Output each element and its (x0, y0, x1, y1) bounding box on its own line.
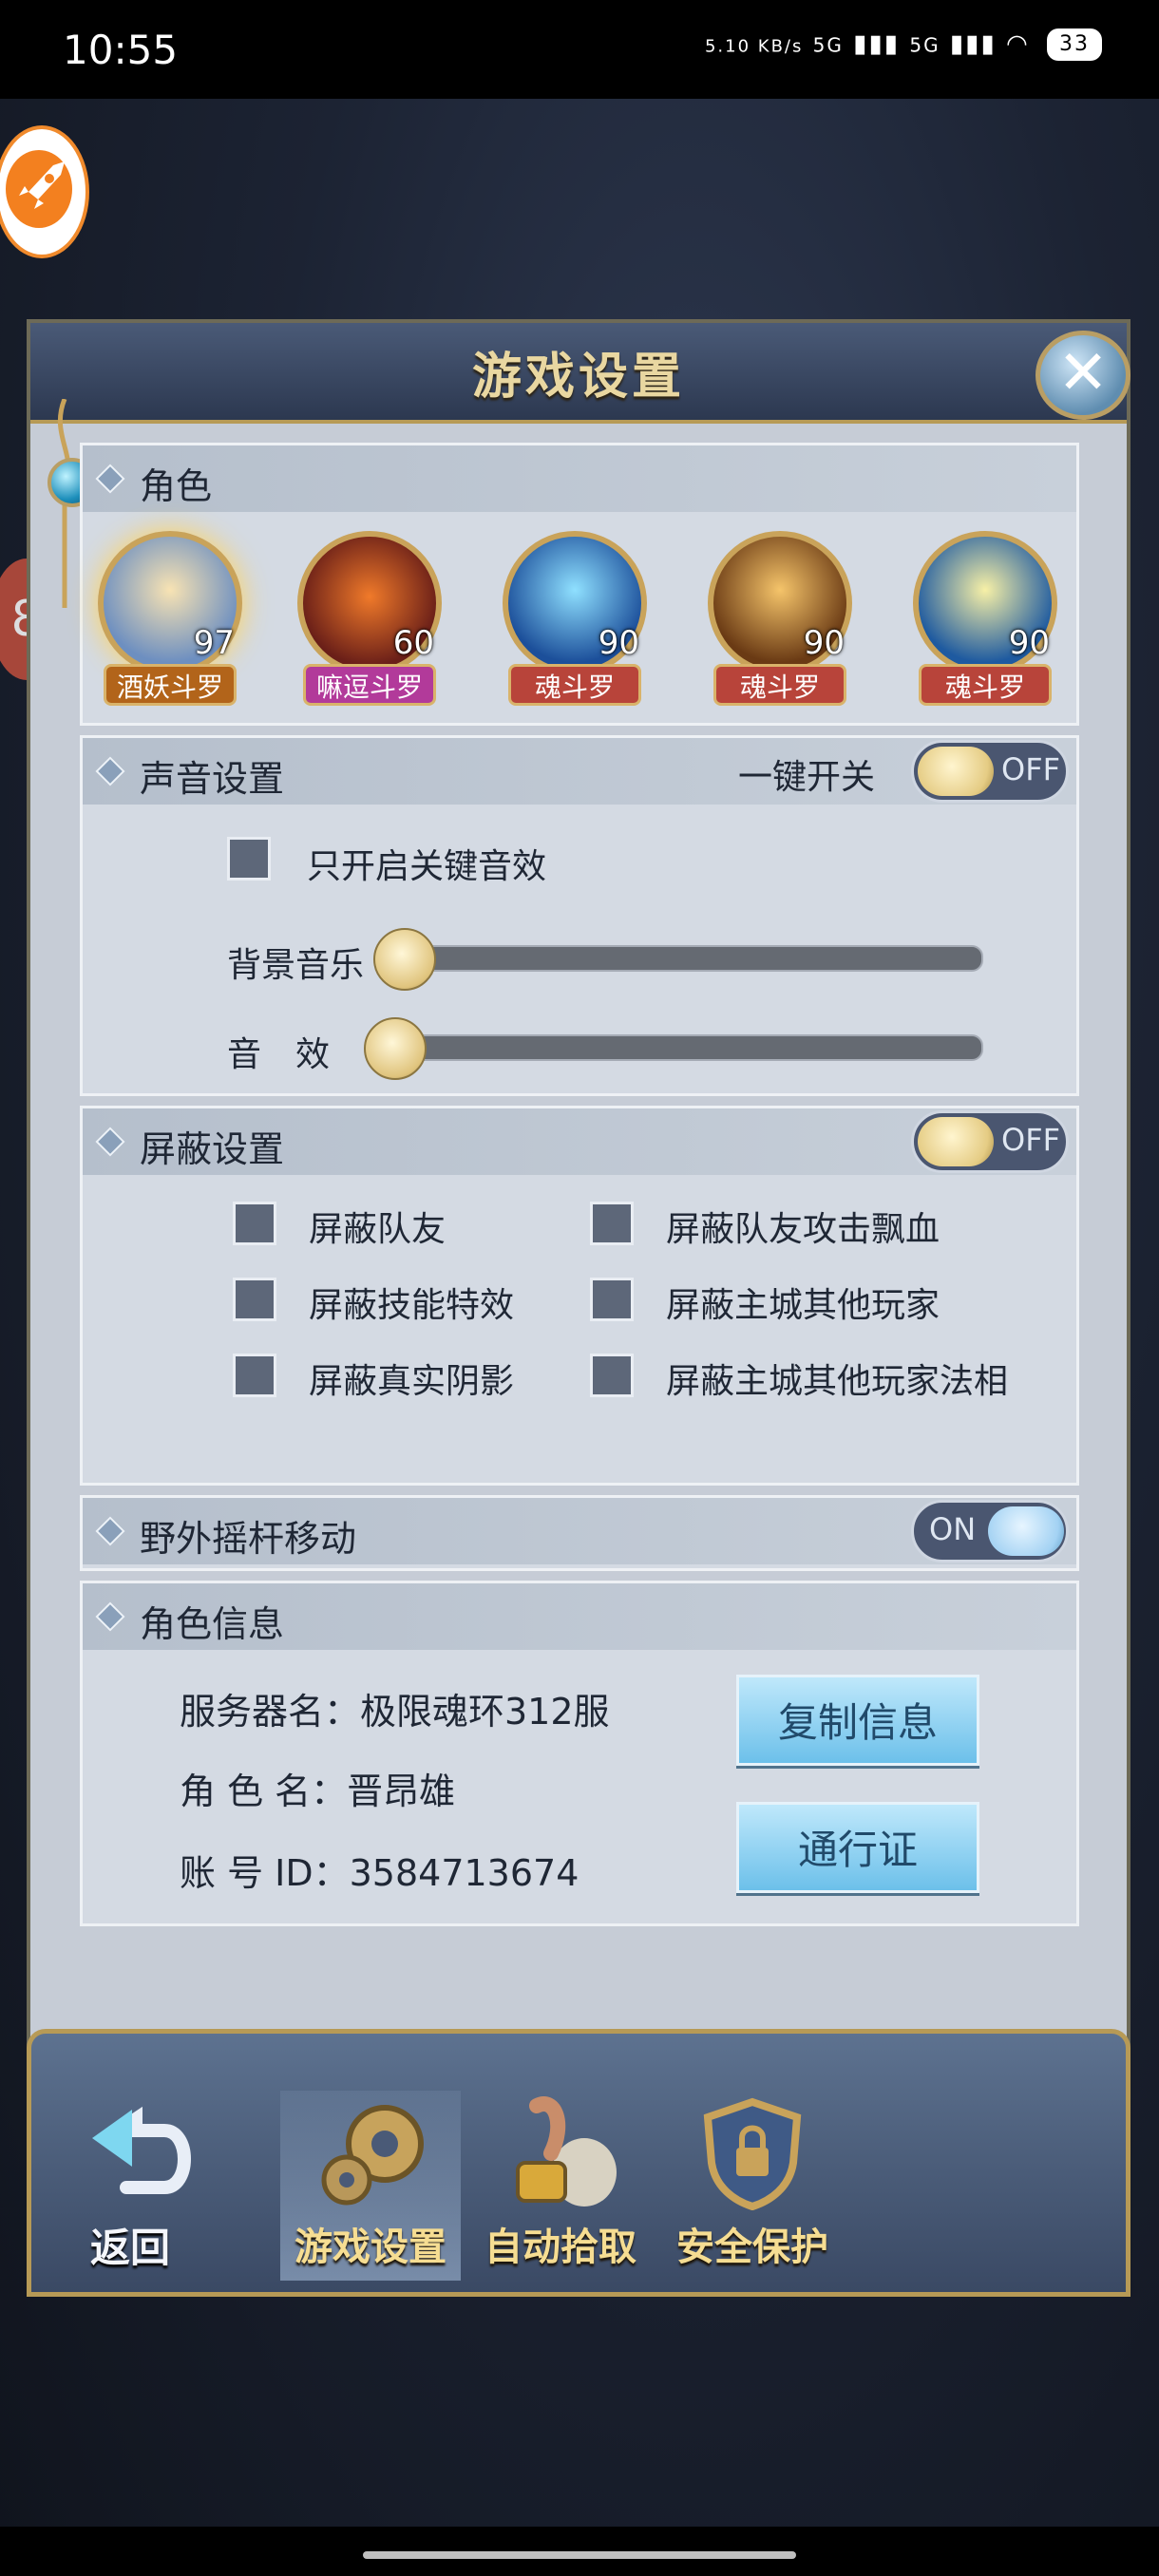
hero-tag: 酒妖斗罗 (104, 664, 237, 706)
section-header: 屏蔽设置 OFF (83, 1108, 1076, 1175)
section-header: 角色信息 (83, 1583, 1076, 1650)
block-option-label: 屏蔽主城其他玩家法相 (666, 1362, 1009, 1401)
hero-level: 90 (1008, 624, 1050, 662)
section-title: 屏蔽设置 (140, 1128, 285, 1170)
rocket-icon (19, 161, 65, 209)
block-option-label: 屏蔽真实阴影 (309, 1362, 515, 1401)
block-option-checkbox[interactable] (233, 1202, 276, 1245)
close-button[interactable]: ✕ (1036, 331, 1130, 420)
block-option-checkbox[interactable] (590, 1278, 634, 1321)
toggle-state: OFF (1001, 1122, 1060, 1158)
sound-section: 声音设置 一键开关 OFF 只开启关键音效 背景音乐 音 效 (80, 735, 1079, 1096)
hero-level: 90 (598, 624, 639, 662)
roles-section: 角色 97 酒妖斗罗 60 嘛逗斗罗 90 魂斗罗 90 魂斗罗 90 魂斗罗 (80, 443, 1079, 726)
master-switch-label: 一键开关 (738, 758, 876, 797)
signal-label-1: 5G (812, 33, 844, 57)
joystick-section: 野外摇杆移动 ON (80, 1495, 1079, 1571)
bottom-nav: 返回 游戏设置 自动拾取 安全保护 (27, 2029, 1130, 2297)
hero-card[interactable]: 60 嘛逗斗罗 (288, 525, 451, 715)
section-header: 角色 (83, 445, 1076, 512)
home-indicator[interactable] (363, 2551, 796, 2559)
music-slider-knob[interactable] (373, 928, 436, 991)
hero-card[interactable]: 90 魂斗罗 (698, 525, 862, 715)
signal-label-2: 5G (909, 33, 940, 57)
role-name: 角 色 名：晋昂雄 (180, 1771, 456, 1812)
block-option-label: 屏蔽主城其他玩家 (666, 1286, 940, 1325)
nav-label: 安全保护 (676, 2226, 828, 2269)
nav-label: 游戏设置 (294, 2226, 446, 2269)
account-id: 账 号 ID：3584713674 (180, 1852, 580, 1894)
block-section: 屏蔽设置 OFF 屏蔽队友 屏蔽队友攻击飘血 屏蔽技能特效 屏蔽主城其他玩家 屏… (80, 1106, 1079, 1486)
pass-button[interactable]: 通行证 (736, 1802, 979, 1893)
hero-card[interactable]: 97 酒妖斗罗 (88, 525, 252, 715)
back-button[interactable]: 返回 (79, 2100, 221, 2271)
toggle-state: ON (929, 1511, 977, 1547)
copy-info-button[interactable]: 复制信息 (736, 1675, 979, 1766)
signal-icon: ▮▮▮ (949, 29, 997, 59)
signal-icon: ▮▮▮ (853, 29, 901, 59)
block-option-checkbox[interactable] (233, 1278, 276, 1321)
diamond-icon (95, 756, 125, 786)
hero-level: 60 (392, 624, 434, 662)
system-icons: 5.10 KB/s 5G ▮▮▮ 5G ▮▮▮ ◠ 33 (705, 28, 1102, 61)
key-sound-label: 只开启关键音效 (307, 847, 547, 886)
net-speed: 5.10 KB/s (704, 36, 804, 57)
hero-card[interactable]: 90 魂斗罗 (493, 525, 656, 715)
panel-title: 游戏设置 (471, 349, 685, 406)
diamond-icon (95, 464, 125, 494)
hero-tag: 魂斗罗 (919, 664, 1052, 706)
music-slider[interactable] (409, 945, 983, 972)
block-option-label: 屏蔽队友 (309, 1210, 446, 1249)
diamond-icon (95, 1601, 125, 1632)
master-sound-toggle[interactable]: OFF (911, 740, 1069, 803)
joystick-toggle[interactable]: ON (911, 1500, 1069, 1563)
hero-level: 90 (803, 624, 845, 662)
key-sound-checkbox[interactable] (227, 837, 271, 881)
back-label: 返回 (90, 2225, 171, 2271)
hero-tag: 魂斗罗 (713, 664, 846, 706)
nav-auto-pickup[interactable]: 自动拾取 (470, 2091, 651, 2281)
hero-level: 97 (193, 624, 235, 662)
sfx-label: 音 效 (227, 1035, 331, 1074)
panel-titlebar: 游戏设置 ✕ (30, 323, 1130, 424)
nav-label: 自动拾取 (484, 2226, 636, 2269)
back-arrow-icon (92, 2106, 191, 2194)
shield-lock-icon (703, 2097, 802, 2210)
section-title: 野外摇杆移动 (140, 1518, 357, 1560)
section-title: 角色信息 (140, 1603, 285, 1645)
server-name: 服务器名：极限魂环312服 (180, 1691, 610, 1733)
clock: 10:55 (63, 27, 179, 73)
toggle-knob (918, 1117, 994, 1166)
section-header: 声音设置 一键开关 OFF (83, 738, 1076, 805)
block-toggle[interactable]: OFF (911, 1110, 1069, 1173)
diamond-icon (95, 1127, 125, 1157)
role-info-section: 角色信息 服务器名：极限魂环312服 角 色 名：晋昂雄 账 号 ID：3584… (80, 1581, 1079, 1926)
gear-icon (321, 2105, 424, 2206)
section-title: 角色 (140, 465, 213, 507)
battery-icon: 33 (1047, 28, 1102, 61)
block-option-checkbox[interactable] (590, 1202, 634, 1245)
nav-game-settings[interactable]: 游戏设置 (280, 2091, 461, 2281)
hero-tag: 嘛逗斗罗 (303, 664, 436, 706)
music-label: 背景音乐 (227, 946, 365, 985)
toggle-state: OFF (1001, 751, 1060, 787)
sfx-slider[interactable] (409, 1034, 983, 1061)
sfx-slider-knob[interactable] (364, 1017, 427, 1080)
nav-security[interactable]: 安全保护 (662, 2091, 843, 2281)
block-option-checkbox[interactable] (590, 1354, 634, 1397)
hero-tag: 魂斗罗 (508, 664, 641, 706)
block-option-label: 屏蔽技能特效 (309, 1286, 515, 1325)
toggle-knob (988, 1506, 1064, 1556)
section-title: 声音设置 (140, 758, 285, 800)
wifi-icon: ◠ (1006, 29, 1030, 59)
diamond-icon (95, 1516, 125, 1546)
toggle-knob (918, 747, 994, 796)
block-option-checkbox[interactable] (233, 1354, 276, 1397)
coin-bag-icon (516, 2096, 617, 2207)
section-header: 野外摇杆移动 ON (83, 1498, 1076, 1564)
block-option-label: 屏蔽队友攻击飘血 (666, 1210, 940, 1249)
status-bar: 10:55 5.10 KB/s 5G ▮▮▮ 5G ▮▮▮ ◠ 33 (0, 0, 1159, 99)
hero-card[interactable]: 90 魂斗罗 (903, 525, 1067, 715)
rocket-assistant-button[interactable] (0, 125, 89, 258)
